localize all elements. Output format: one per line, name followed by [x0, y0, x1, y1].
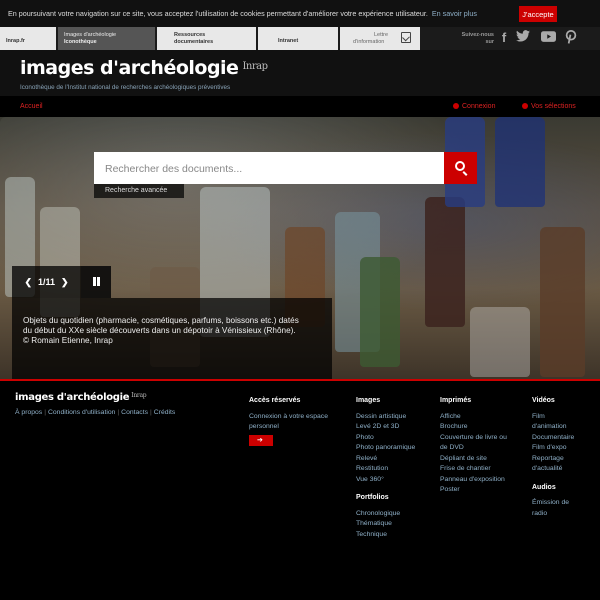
- nav-ressources-sub: documentaires: [174, 38, 214, 45]
- mail-icon: [401, 32, 411, 43]
- prev-slide-icon[interactable]: ❮: [24, 277, 32, 288]
- videos-link[interactable]: d'animation: [532, 422, 596, 433]
- caption-line-1: Objets du quotidien (pharmacie, cosmétiq…: [23, 316, 299, 325]
- account-bar: Accueil Connexion Vos sélections: [0, 96, 600, 117]
- videos-link[interactable]: Film: [532, 412, 596, 423]
- portfolios-link[interactable]: Thématique: [356, 519, 436, 530]
- images-link[interactable]: Vue 360°: [356, 475, 436, 486]
- nav-ressources[interactable]: Ressources documentaires: [157, 27, 256, 50]
- prints-link[interactable]: Brochure: [440, 422, 528, 433]
- prints-title: Imprimés: [440, 397, 472, 404]
- site-header: images d'archéologie Inrap Iconothèque de…: [0, 50, 600, 96]
- nav-newsletter[interactable]: Lettre d'information: [340, 27, 420, 50]
- search-button[interactable]: [444, 152, 477, 184]
- home-link[interactable]: Accueil: [20, 103, 43, 110]
- footer-col-images: Images Dessin artistique Levé 2D et 3D P…: [356, 396, 436, 540]
- logo-text: images d'archéologie: [20, 57, 239, 79]
- images-link[interactable]: Levé 2D et 3D: [356, 422, 436, 433]
- caption-line-2: du début du XXe siècle découverts dans u…: [23, 326, 296, 335]
- cookie-more-link[interactable]: En savoir plus: [432, 9, 477, 18]
- prints-link[interactable]: Couverture de livre ou: [440, 433, 528, 444]
- footer-logo-text: images d'archéologie: [15, 392, 130, 403]
- footer-link-contacts[interactable]: Contacts: [121, 409, 148, 416]
- nav-images[interactable]: Images d'archéologie Iconothèque: [58, 27, 155, 50]
- prints-link[interactable]: Affiche: [440, 412, 528, 423]
- facebook-icon[interactable]: f: [496, 30, 512, 46]
- selection-icon: [522, 103, 528, 109]
- footer-col-videos: Vidéos Film d'animation Documentaire Fil…: [532, 396, 596, 519]
- site-footer: images d'archéologie Inrap À propos | Condi…: [0, 381, 600, 600]
- portfolios-link[interactable]: Technique: [356, 530, 436, 541]
- footer-logo-badge: Inrap: [131, 392, 147, 399]
- nav-newsletter-sub: d'information: [353, 38, 385, 45]
- cookie-accept-button[interactable]: J'accepte: [519, 6, 557, 22]
- top-navigation: Inrap.fr Images d'archéologie Iconothèqu…: [0, 27, 600, 50]
- access-link-2[interactable]: personnel: [249, 422, 349, 433]
- prints-link[interactable]: Poster: [440, 485, 528, 496]
- audios-title: Audios: [532, 483, 556, 491]
- twitter-icon[interactable]: [515, 30, 531, 46]
- portfolios-link[interactable]: Chronologique: [356, 509, 436, 520]
- nav-inrap[interactable]: Inrap.fr: [0, 27, 56, 50]
- audios-link[interactable]: Émission de: [532, 498, 596, 509]
- audios-link[interactable]: radio: [532, 509, 596, 520]
- follow-label-2: sur: [485, 38, 494, 45]
- slide-caption: Objets du quotidien (pharmacie, cosmétiq…: [12, 298, 332, 380]
- images-link[interactable]: Photo panoramique: [356, 443, 436, 454]
- footer-links: À propos | Conditions d'utilisation | Contac…: [15, 409, 176, 416]
- search-input[interactable]: Rechercher des documents...: [94, 152, 444, 184]
- advanced-search-link[interactable]: Recherche avancée: [94, 184, 184, 198]
- cookie-banner: En poursuivant votre navigation sur ce s…: [0, 0, 600, 27]
- caption-credit: © Romain Etienne, Inrap: [23, 336, 113, 345]
- footer-link-about[interactable]: À propos: [15, 409, 42, 416]
- nav-inrap-label: Inrap.fr: [6, 38, 25, 44]
- videos-link[interactable]: Documentaire: [532, 433, 596, 444]
- footer-logo[interactable]: images d'archéologie Inrap: [15, 392, 147, 403]
- hero-slideshow: Rechercher des documents... Recherche av…: [0, 117, 600, 380]
- selections-link[interactable]: Vos sélections: [522, 103, 576, 110]
- videos-link[interactable]: d'actualité: [532, 464, 596, 475]
- videos-title: Vidéos: [532, 397, 555, 404]
- next-slide-icon[interactable]: ❯: [61, 277, 69, 288]
- images-link[interactable]: Photo: [356, 433, 436, 444]
- logo-badge: Inrap: [242, 61, 268, 72]
- footer-link-terms[interactable]: Conditions d'utilisation: [48, 409, 115, 416]
- login-label: Connexion: [462, 103, 496, 110]
- prints-link[interactable]: Frise de chantier: [440, 464, 528, 475]
- pinterest-icon[interactable]: [563, 30, 579, 46]
- portfolios-title: Portfolios: [356, 494, 389, 501]
- selections-label: Vos sélections: [531, 103, 576, 110]
- footer-col-access: Accès réservés Connexion à votre espace …: [249, 396, 349, 446]
- images-link[interactable]: Dessin artistique: [356, 412, 436, 423]
- images-title: Images: [356, 397, 381, 404]
- slide-pager: ❮ 1/11 ❯: [12, 266, 81, 298]
- youtube-icon[interactable]: [540, 30, 556, 46]
- footer-link-credits[interactable]: Crédits: [154, 409, 176, 416]
- arrow-right-icon[interactable]: [249, 434, 273, 446]
- login-link[interactable]: Connexion: [453, 103, 495, 110]
- slide-counter: 1/11: [37, 277, 56, 287]
- prints-link[interactable]: de DVD: [440, 443, 528, 454]
- pause-button[interactable]: [81, 266, 111, 298]
- videos-link[interactable]: Reportage: [532, 454, 596, 465]
- search-icon: [455, 161, 465, 171]
- follow-us: Suivez-nous sur: [448, 32, 494, 45]
- images-link[interactable]: Relevé: [356, 454, 436, 465]
- videos-link[interactable]: Film d'expo: [532, 443, 596, 454]
- cookie-text: En poursuivant votre navigation sur ce s…: [8, 9, 428, 18]
- access-title: Accès réservés: [249, 397, 301, 404]
- nav-images-sub: Iconothèque: [64, 38, 97, 45]
- site-logo[interactable]: images d'archéologie Inrap: [20, 57, 268, 79]
- nav-intranet-label: Intranet: [278, 38, 299, 44]
- user-icon: [453, 103, 459, 109]
- site-tagline: Iconothèque de l'Institut national de re…: [20, 84, 231, 91]
- footer-col-prints: Imprimés Affiche Brochure Couverture de …: [440, 396, 528, 496]
- nav-intranet[interactable]: Intranet: [258, 27, 338, 50]
- images-link[interactable]: Restitution: [356, 464, 436, 475]
- prints-link[interactable]: Dépliant de site: [440, 454, 528, 465]
- prints-link[interactable]: Panneau d'exposition: [440, 475, 528, 486]
- access-link[interactable]: Connexion à votre espace: [249, 412, 349, 423]
